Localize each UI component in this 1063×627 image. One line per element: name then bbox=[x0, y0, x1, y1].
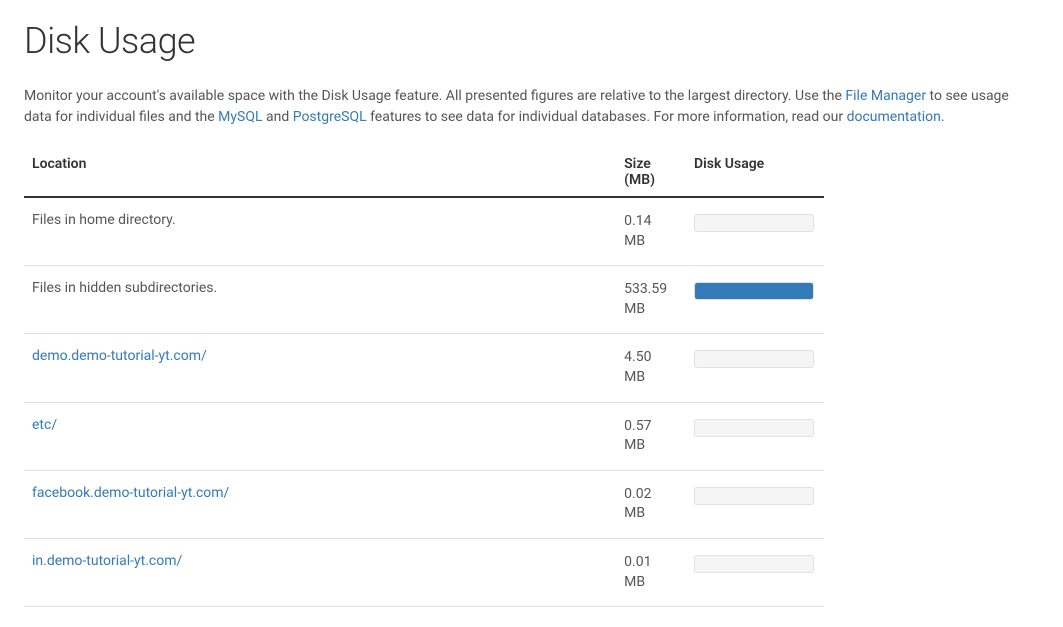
location-cell: Files in hidden subdirectories. bbox=[24, 266, 614, 334]
file-manager-link[interactable]: File Manager bbox=[845, 88, 926, 104]
size-cell: 0.01MB bbox=[614, 538, 684, 606]
location-cell: Files in home directory. bbox=[24, 197, 614, 266]
table-row: facebook.demo-tutorial-yt.com/0.02MB bbox=[24, 470, 824, 538]
desc-text: . bbox=[941, 109, 945, 125]
size-cell: 0.57MB bbox=[614, 402, 684, 470]
size-cell: 4.50MB bbox=[614, 334, 684, 402]
usage-bar bbox=[694, 282, 814, 300]
usage-bar bbox=[694, 214, 814, 232]
documentation-link[interactable]: documentation bbox=[847, 109, 941, 125]
table-row: Files in hidden subdirectories.533.59MB bbox=[24, 266, 824, 334]
location-link[interactable]: facebook.demo-tutorial-yt.com/ bbox=[32, 485, 229, 501]
size-cell: 0.02MB bbox=[614, 470, 684, 538]
header-location: Location bbox=[24, 148, 614, 197]
header-size: Size (MB) bbox=[614, 148, 684, 197]
location-link[interactable]: in.demo-tutorial-yt.com/ bbox=[32, 553, 182, 569]
page-title: Disk Usage bbox=[24, 20, 1039, 62]
usage-bar bbox=[694, 555, 814, 573]
location-cell: in.demo-tutorial-yt.com/ bbox=[24, 538, 614, 606]
usage-cell bbox=[684, 334, 824, 402]
location-cell: facebook.demo-tutorial-yt.com/ bbox=[24, 470, 614, 538]
table-row: Files in home directory.0.14MB bbox=[24, 197, 824, 266]
disk-usage-table: Location Size (MB) Disk Usage Files in h… bbox=[24, 148, 824, 607]
desc-text: features to see data for individual data… bbox=[367, 109, 847, 125]
desc-text: Monitor your account's available space w… bbox=[24, 88, 845, 104]
usage-cell bbox=[684, 266, 824, 334]
usage-bar bbox=[694, 487, 814, 505]
table-row: demo.demo-tutorial-yt.com/4.50MB bbox=[24, 334, 824, 402]
location-link[interactable]: etc/ bbox=[32, 417, 57, 433]
usage-cell bbox=[684, 538, 824, 606]
mysql-link[interactable]: MySQL bbox=[218, 109, 262, 125]
header-usage: Disk Usage bbox=[684, 148, 824, 197]
location-cell: demo.demo-tutorial-yt.com/ bbox=[24, 334, 614, 402]
usage-cell bbox=[684, 402, 824, 470]
location-cell: etc/ bbox=[24, 402, 614, 470]
usage-bar-fill bbox=[695, 283, 813, 299]
size-cell: 0.14MB bbox=[614, 197, 684, 266]
page-description: Monitor your account's available space w… bbox=[24, 86, 1039, 128]
usage-bar bbox=[694, 419, 814, 437]
table-row: in.demo-tutorial-yt.com/0.01MB bbox=[24, 538, 824, 606]
usage-cell bbox=[684, 197, 824, 266]
desc-text: and bbox=[263, 109, 293, 125]
location-link[interactable]: demo.demo-tutorial-yt.com/ bbox=[32, 348, 207, 364]
usage-cell bbox=[684, 470, 824, 538]
size-cell: 533.59MB bbox=[614, 266, 684, 334]
postgresql-link[interactable]: PostgreSQL bbox=[293, 109, 367, 125]
usage-bar bbox=[694, 350, 814, 368]
table-row: etc/0.57MB bbox=[24, 402, 824, 470]
